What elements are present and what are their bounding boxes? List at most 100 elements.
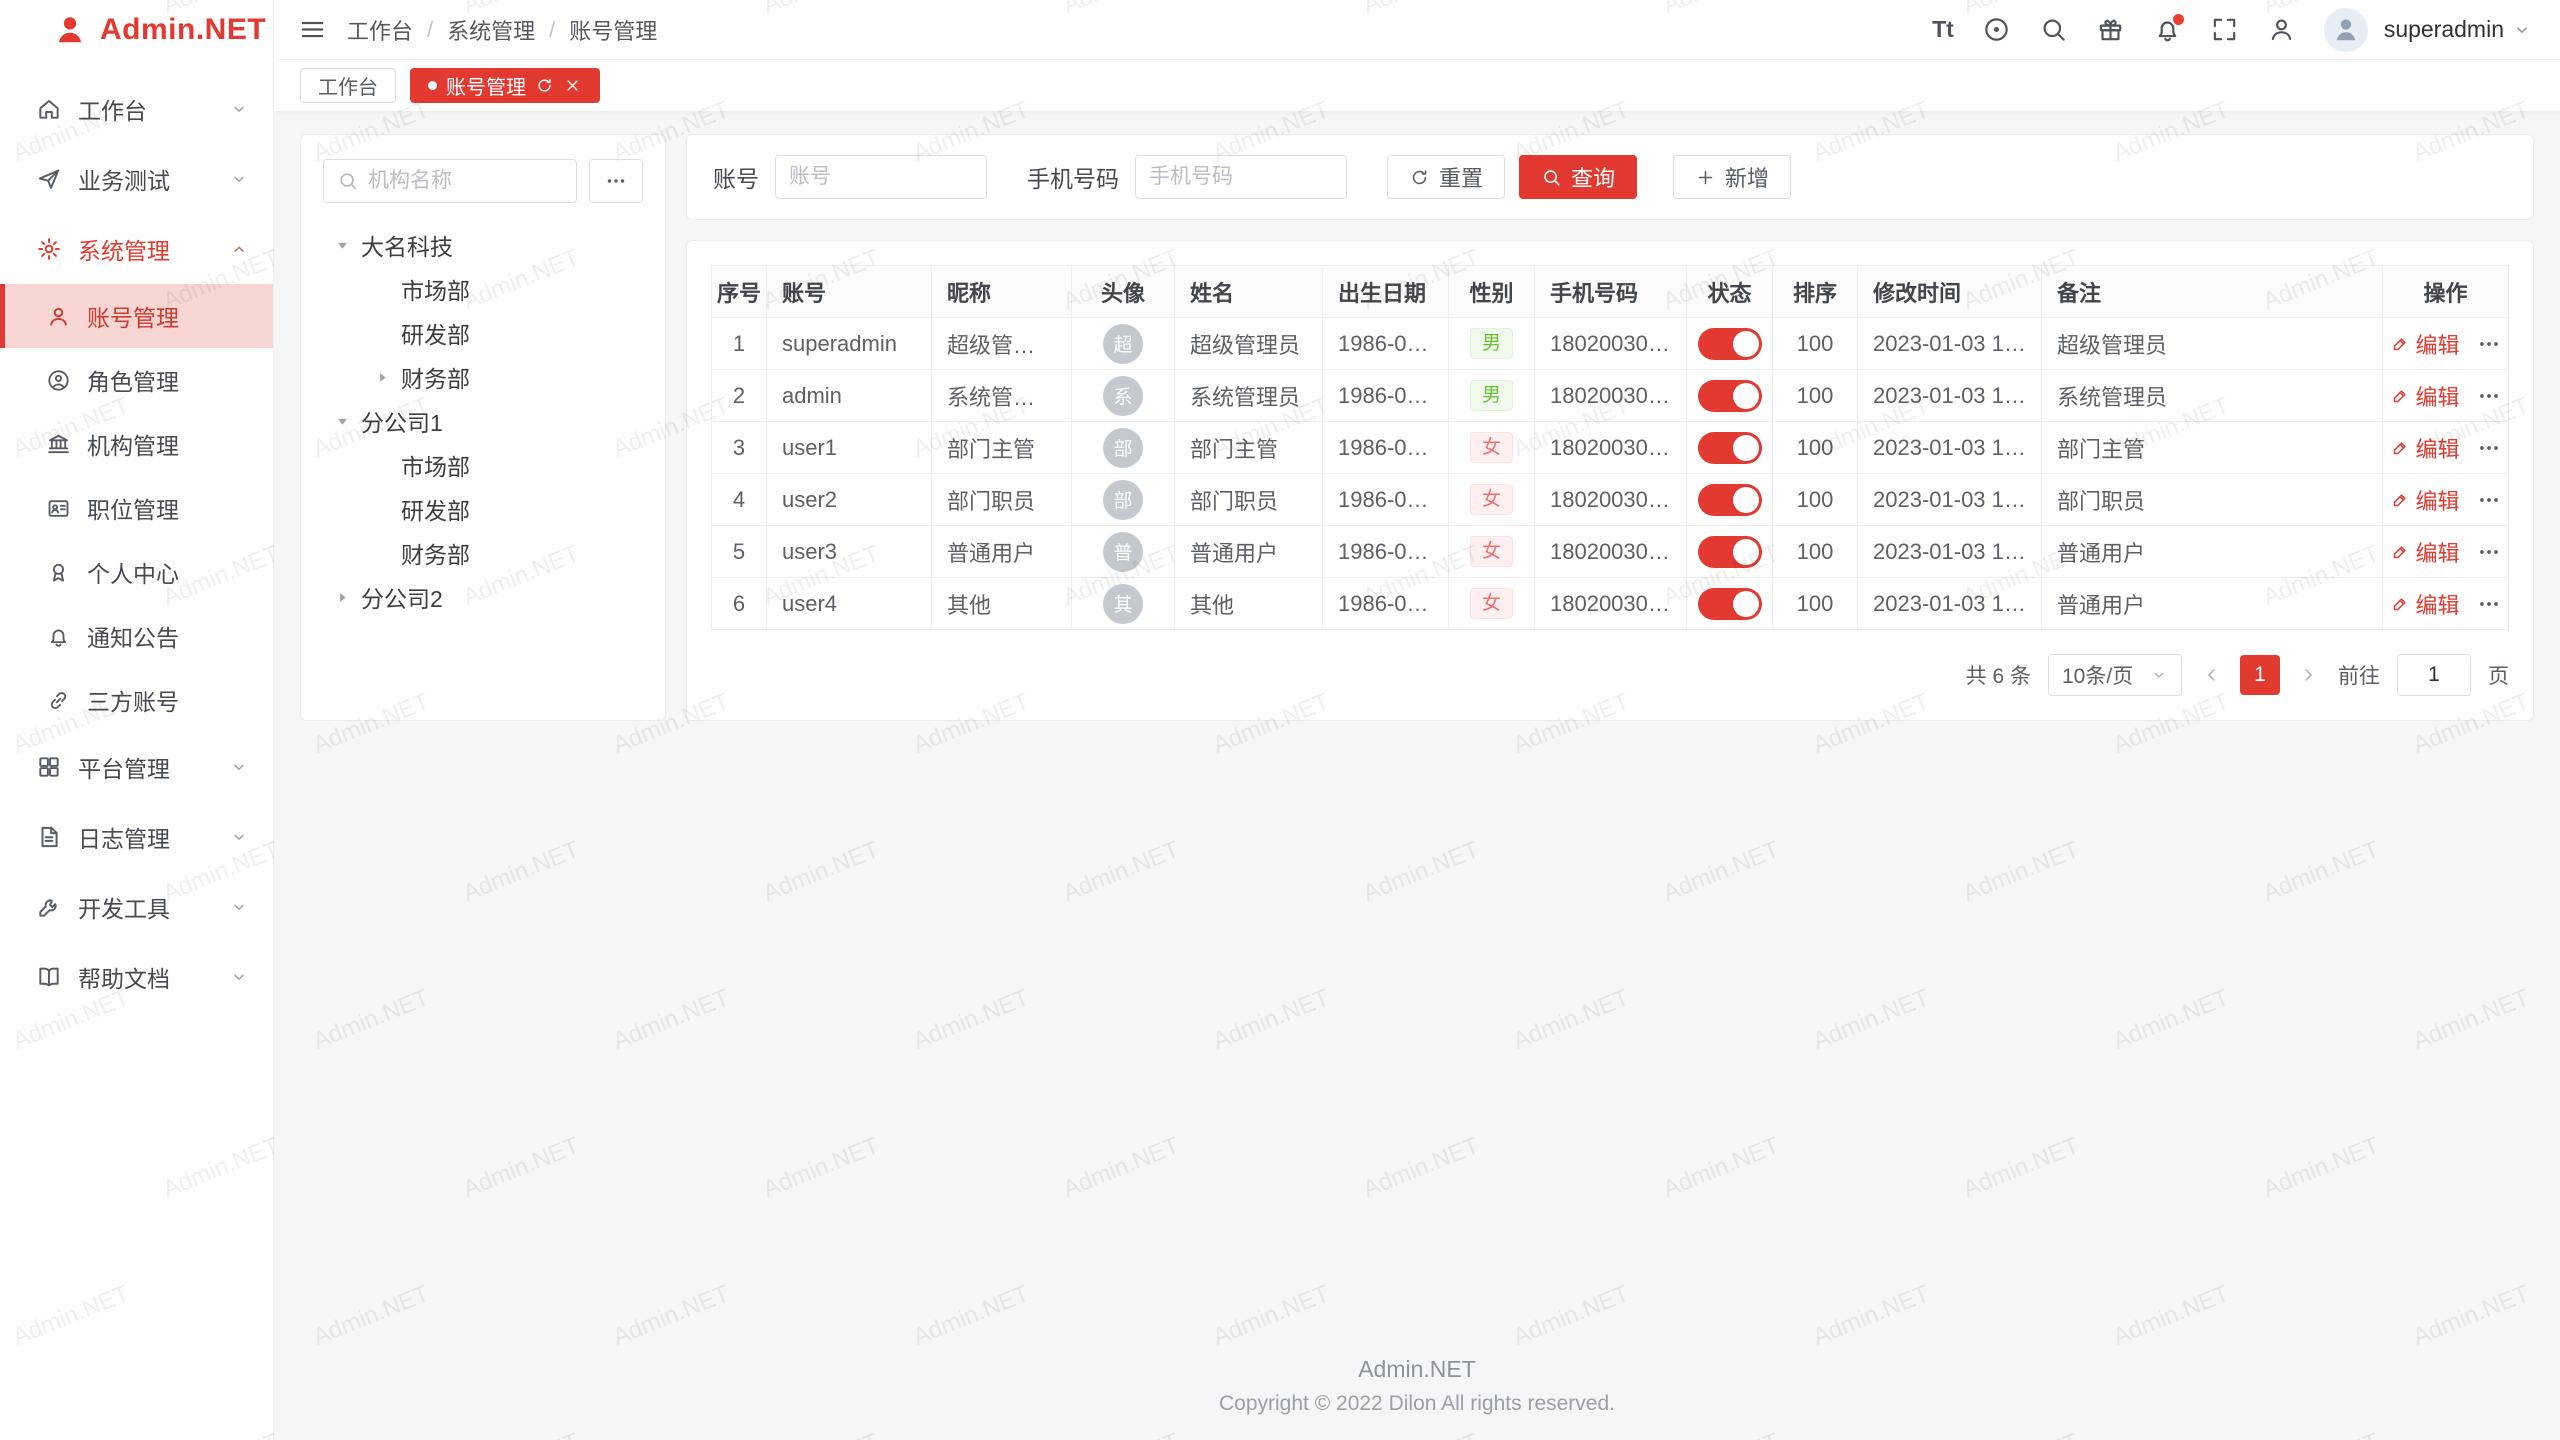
close-icon[interactable] xyxy=(563,76,582,95)
search-icon xyxy=(2039,15,2068,44)
status-toggle[interactable] xyxy=(1698,484,1762,516)
sidebar-item-system-management[interactable]: 系统管理 xyxy=(0,214,273,284)
theme-button[interactable] xyxy=(1982,15,2011,44)
org-tree-panel: 大名科技市场部研发部财务部分公司1市场部研发部财务部分公司2 xyxy=(300,134,666,721)
tree-node[interactable]: 分公司1 xyxy=(323,399,643,443)
status-toggle[interactable] xyxy=(1698,588,1762,620)
more-icon[interactable] xyxy=(2476,487,2502,513)
sidebar-item-organization[interactable]: 机构管理 xyxy=(0,412,273,476)
profile-button[interactable] xyxy=(2267,15,2296,44)
tree-node[interactable]: 财务部 xyxy=(323,355,643,399)
sidebar-item-account[interactable]: 账号管理 xyxy=(0,284,273,348)
sidebar-item-docs[interactable]: 帮助文档 xyxy=(0,942,273,1012)
query-button[interactable]: 查询 xyxy=(1519,155,1637,199)
cell-actions: 编辑 xyxy=(2383,474,2509,526)
cell-account: user4 xyxy=(767,578,932,630)
menu-collapse-button[interactable] xyxy=(298,15,327,44)
column-header: 性别 xyxy=(1449,266,1535,318)
cell-remark: 部门主管 xyxy=(2042,422,2383,474)
chevRight-icon xyxy=(2297,663,2321,687)
tree-node[interactable]: 分公司2 xyxy=(323,575,643,619)
edit-button[interactable]: 编辑 xyxy=(2390,380,2460,412)
org-search-field[interactable] xyxy=(323,159,577,203)
edit-button[interactable]: 编辑 xyxy=(2390,484,2460,516)
cell-status xyxy=(1687,370,1773,422)
tree-node[interactable]: 研发部 xyxy=(323,311,643,355)
sidebar-item-workbench[interactable]: 工作台 xyxy=(0,74,273,144)
more-icon[interactable] xyxy=(2476,591,2502,617)
tree-node[interactable]: 研发部 xyxy=(323,487,643,531)
breadcrumb-item[interactable]: 工作台 xyxy=(347,14,413,46)
gift-button[interactable] xyxy=(2096,15,2125,44)
more-icon[interactable] xyxy=(2476,435,2502,461)
account-input[interactable] xyxy=(789,165,973,189)
sidebar-item-role[interactable]: 角色管理 xyxy=(0,348,273,412)
cell-avatar: 系 xyxy=(1072,370,1175,422)
status-toggle[interactable] xyxy=(1698,380,1762,412)
column-header: 手机号码 xyxy=(1535,266,1687,318)
cell-index: 3 xyxy=(712,422,767,474)
sidebar-item-notice[interactable]: 通知公告 xyxy=(0,604,273,668)
notifications-button[interactable] xyxy=(2153,15,2182,44)
column-header: 修改时间 xyxy=(1858,266,2042,318)
edit-button[interactable]: 编辑 xyxy=(2390,432,2460,464)
brand: Admin.NET xyxy=(0,0,273,60)
gender-tag: 女 xyxy=(1470,588,1513,619)
account-field[interactable] xyxy=(775,155,987,199)
column-header: 操作 xyxy=(2383,266,2509,318)
reset-button[interactable]: 重置 xyxy=(1387,155,1505,199)
cell-modified-time: 2023-01-03 10:59:44 xyxy=(1858,318,2042,370)
breadcrumb-item[interactable]: 系统管理 xyxy=(447,14,535,46)
cell-name: 部门主管 xyxy=(1175,422,1323,474)
tab-0[interactable]: 工作台 xyxy=(300,68,396,103)
caretRight-icon xyxy=(333,588,352,607)
avatar[interactable] xyxy=(2324,8,2368,52)
sidebar-item-platform[interactable]: 平台管理 xyxy=(0,732,273,802)
more-icon[interactable] xyxy=(2476,539,2502,565)
goto-page-input[interactable] xyxy=(2397,654,2471,696)
edit-button[interactable]: 编辑 xyxy=(2390,328,2460,360)
more-icon[interactable] xyxy=(2476,383,2502,409)
phone-field[interactable] xyxy=(1135,155,1347,199)
refresh-icon[interactable] xyxy=(535,76,554,95)
tree-node[interactable]: 市场部 xyxy=(323,443,643,487)
phone-input[interactable] xyxy=(1149,165,1333,189)
sidebar-item-logs[interactable]: 日志管理 xyxy=(0,802,273,872)
next-page-button[interactable] xyxy=(2297,663,2321,687)
edit-button[interactable]: 编辑 xyxy=(2390,588,2460,620)
edit-button[interactable]: 编辑 xyxy=(2390,536,2460,568)
global-search-button[interactable] xyxy=(2039,15,2068,44)
sidebar-item-profile-center[interactable]: 个人中心 xyxy=(0,540,273,604)
sidebar-item-devtools[interactable]: 开发工具 xyxy=(0,872,273,942)
tree-node[interactable]: 财务部 xyxy=(323,531,643,575)
status-toggle[interactable] xyxy=(1698,536,1762,568)
sidebar-item-position[interactable]: 职位管理 xyxy=(0,476,273,540)
tree-node[interactable]: 市场部 xyxy=(323,267,643,311)
chevDown-icon xyxy=(229,99,249,119)
tree-caret-icon[interactable] xyxy=(333,412,352,431)
edit-label: 编辑 xyxy=(2416,328,2460,360)
status-toggle[interactable] xyxy=(1698,432,1762,464)
sidebar-item-business-test[interactable]: 业务测试 xyxy=(0,144,273,214)
tree-more-button[interactable] xyxy=(589,159,643,203)
sidebar-item-label: 工作台 xyxy=(78,92,147,126)
font-size-button[interactable]: Tt xyxy=(1932,16,1954,43)
tree-caret-icon[interactable] xyxy=(333,588,352,607)
chevron-down-icon xyxy=(229,827,249,847)
user-menu[interactable]: superadmin xyxy=(2384,16,2532,43)
org-search-input[interactable] xyxy=(368,169,563,193)
add-button[interactable]: 新增 xyxy=(1673,155,1791,199)
sidebar-item-third-account[interactable]: 三方账号 xyxy=(0,668,273,732)
fullscreen-button[interactable] xyxy=(2210,15,2239,44)
tab-1[interactable]: 账号管理 xyxy=(410,68,600,103)
more-icon[interactable] xyxy=(2476,331,2502,357)
avatar: 部 xyxy=(1103,480,1143,520)
tree-caret-icon[interactable] xyxy=(333,236,352,255)
tree-caret-icon[interactable] xyxy=(373,368,392,387)
prev-page-button[interactable] xyxy=(2199,663,2223,687)
status-toggle[interactable] xyxy=(1698,328,1762,360)
page-size-select[interactable]: 10条/页 xyxy=(2048,654,2182,696)
cell-status xyxy=(1687,578,1773,630)
page-1-button[interactable]: 1 xyxy=(2240,655,2280,695)
tree-node[interactable]: 大名科技 xyxy=(323,223,643,267)
